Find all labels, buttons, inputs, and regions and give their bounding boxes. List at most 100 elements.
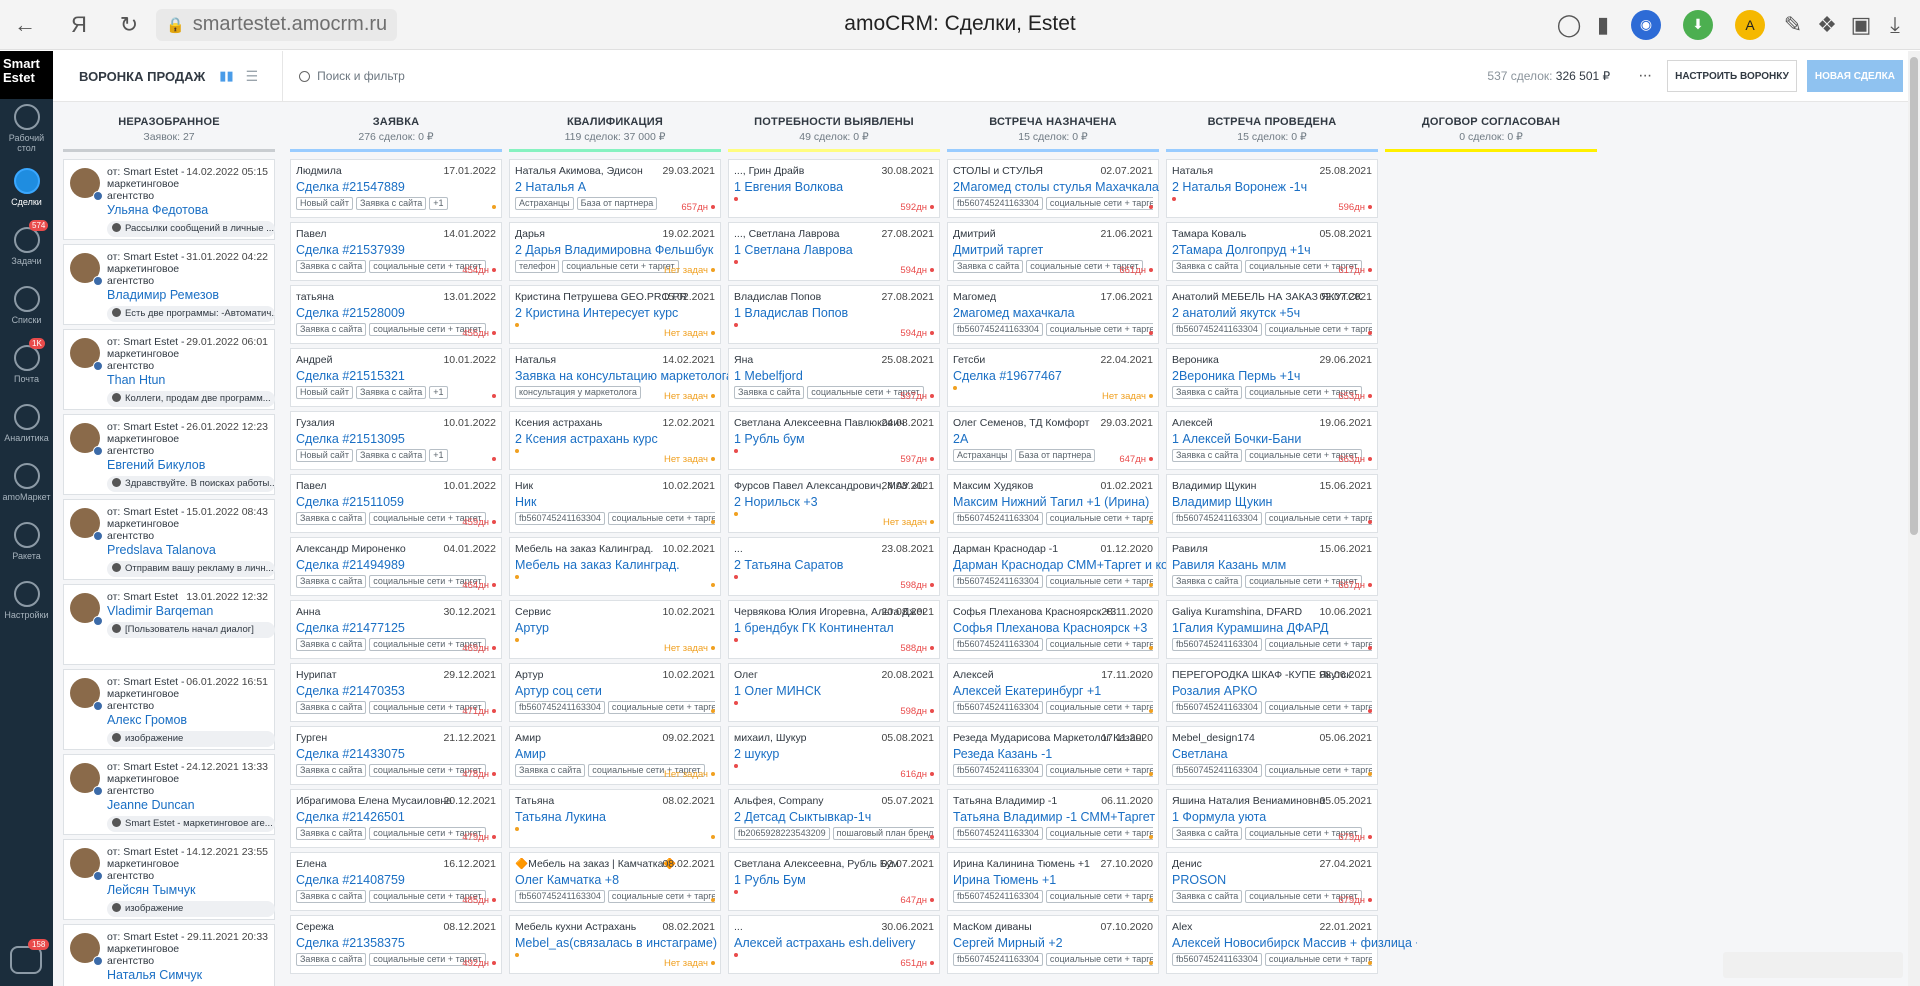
deal-title[interactable]: Сергей Мирный +2 xyxy=(953,936,1198,950)
deal-card[interactable]: Людмила 17.01.2022 Сделка #21547889 Новый с… xyxy=(290,159,502,218)
lead-card[interactable]: от: Smart Estet - маркетинговое агентств… xyxy=(63,924,275,986)
deal-title[interactable]: 2А xyxy=(953,432,1198,446)
deal-title[interactable]: Сделка #21511059 xyxy=(296,495,541,509)
deal-title[interactable]: 2 Дарья Владимировна Фельшбук xyxy=(515,243,760,257)
deal-title[interactable]: Татьяна Владимир -1 СММ+Таргет xyxy=(953,810,1198,824)
deal-card[interactable]: Денис 27.04.2021 PROSON Заявка с сайта социа… xyxy=(1166,852,1378,911)
list-view-icon[interactable]: ☰ xyxy=(246,68,259,85)
deal-tag[interactable]: социальные сети + таргет xyxy=(1264,323,1372,336)
deal-title[interactable]: Татьяна Лукина xyxy=(515,810,760,824)
deal-card[interactable]: Mebel_design174 05.06.2021 Светлана fb56074… xyxy=(1166,726,1378,785)
deal-card[interactable]: Ник 10.02.2021 Ник fb560745241163304 социаль… xyxy=(509,474,721,533)
deal-card[interactable]: Дарья 19.02.2021 2 Дарья Владимировна Фель… xyxy=(509,222,721,281)
deal-title[interactable]: Сделка #21537939 xyxy=(296,243,541,257)
lead-card[interactable]: от: Smart Estet - маркетинговое агентств… xyxy=(63,499,275,580)
deal-tag[interactable]: социальные сети + таргет xyxy=(1045,575,1153,588)
deal-title[interactable]: Сделка #21513095 xyxy=(296,432,541,446)
chat-icon[interactable] xyxy=(10,946,42,974)
deal-tag[interactable]: социальные сети + таргет xyxy=(607,701,715,714)
deal-card[interactable]: Сервис 10.02.2021 Артур Нет задач xyxy=(509,600,721,659)
lead-name[interactable]: Лейсян Тымчук xyxy=(107,883,268,897)
pen-icon[interactable]: ✎ xyxy=(1776,8,1810,42)
deal-tag[interactable]: fb560745241163304 xyxy=(953,827,1043,840)
deal-card[interactable]: ... 30.06.2021 Алексей астрахань esh.deliv… xyxy=(728,915,940,974)
deal-tag[interactable]: Заявка с сайта xyxy=(296,827,367,840)
deal-tag[interactable]: Заявка с сайта xyxy=(1172,386,1243,399)
extension-blue-icon[interactable]: ◉ xyxy=(1631,9,1661,40)
deal-card[interactable]: Амир 09.02.2021 Амир Заявка с сайта социальн… xyxy=(509,726,721,785)
deal-title[interactable]: Дарман Краснодар СММ+Таргет и контекст xyxy=(953,558,1198,572)
lead-name[interactable]: Vladimir Barqeman xyxy=(107,604,268,618)
kanban-view-icon[interactable]: ▮▮ xyxy=(219,68,233,84)
deal-tag[interactable]: Заявка с сайта xyxy=(1172,575,1243,588)
deal-title[interactable]: 2 Татьяна Саратов xyxy=(734,558,979,572)
deal-card[interactable]: михаил, Шукур 05.08.2021 2 шукур 616дн xyxy=(728,726,940,785)
deal-tag[interactable]: fb560745241163304 xyxy=(1172,764,1262,777)
deal-card[interactable]: Мебель на заказ Калинград. 10.02.2021 Мебе… xyxy=(509,537,721,596)
deal-tag[interactable]: Заявка с сайта xyxy=(296,260,367,273)
sidebar-item-settings[interactable]: Настройки xyxy=(0,571,53,630)
deal-tag[interactable]: телефон xyxy=(515,260,560,273)
deal-title[interactable]: Сделка #21358375 xyxy=(296,936,541,950)
deal-tag[interactable]: fb560745241163304 xyxy=(1172,953,1262,966)
deal-title[interactable]: Амир xyxy=(515,747,760,761)
download-icon[interactable]: ⤓ xyxy=(1878,8,1912,42)
deal-card[interactable]: Магомед 17.06.2021 2магомед махачкала fb560… xyxy=(947,285,1159,344)
deal-tag[interactable]: fb560745241163304 xyxy=(1172,323,1262,336)
deal-tag[interactable]: fb560745241163304 xyxy=(1172,638,1262,651)
sidebar-item-analytics[interactable]: Аналитика xyxy=(0,394,53,453)
deal-card[interactable]: Червякова Юлия Игоревна, Альта Дженетикс… xyxy=(728,600,940,659)
deal-title[interactable]: Алексей Новосибирск Массив + физлица +3 xyxy=(1172,936,1417,950)
deal-title[interactable]: Сделка #21547889 xyxy=(296,180,541,194)
deal-card[interactable]: Павел 14.01.2022 Сделка #21537939 Заявка с … xyxy=(290,222,502,281)
deal-title[interactable]: Сделка #19677467 xyxy=(953,369,1198,383)
deal-title[interactable]: Алексей Екатеринбург +1 xyxy=(953,684,1198,698)
deal-tag[interactable]: социальные сети + таргет xyxy=(1264,953,1372,966)
deal-card[interactable]: Гетсби 22.04.2021 Сделка #19677467 Нет зада… xyxy=(947,348,1159,407)
deal-tag[interactable]: социальные сети + таргет xyxy=(1264,764,1372,777)
deal-card[interactable]: Гузалия 10.01.2022 Сделка #21513095 Новый с… xyxy=(290,411,502,470)
deal-card[interactable]: Кристина Петрушева GEO.PRO PR 15.02.2021 2… xyxy=(509,285,721,344)
lead-name[interactable]: Владимир Ремезов xyxy=(107,288,268,302)
more-button[interactable]: ··· xyxy=(1638,67,1652,85)
lead-name[interactable]: Наталья Симчук xyxy=(107,968,268,982)
deal-tag[interactable]: fb560745241163304 xyxy=(953,701,1043,714)
deal-card[interactable]: Олег Семенов, ТД Комфорт 29.03.2021 2А Астр… xyxy=(947,411,1159,470)
sidebar-item-dashboard[interactable]: Рабочий стол xyxy=(0,99,53,158)
deal-card[interactable]: татьяна 13.01.2022 Сделка #21528009 Заявка … xyxy=(290,285,502,344)
deal-title[interactable]: 2 Норильск +3 xyxy=(734,495,979,509)
deal-card[interactable]: Анна 30.12.2021 Сделка #21477125 Заявка с с… xyxy=(290,600,502,659)
sidebar-item-market[interactable]: amoМаркет xyxy=(0,453,53,512)
deal-card[interactable]: Александр Мироненко 04.01.2022 Сделка #214… xyxy=(290,537,502,596)
deal-card[interactable]: Яна 25.08.2021 1 Mebelfjord Заявка с сайта с… xyxy=(728,348,940,407)
sidebar-item-lists[interactable]: Списки xyxy=(0,276,53,335)
deal-card[interactable]: Galiya Kuramshina, DFARD 10.06.2021 1Галия… xyxy=(1166,600,1378,659)
deal-tag[interactable]: fb560745241163304 xyxy=(953,323,1043,336)
deal-card[interactable]: Дарман Краснодар -1 01.12.2020 Дарман Крас… xyxy=(947,537,1198,596)
board-scroll-indicator[interactable] xyxy=(1723,952,1903,978)
column-header[interactable]: Встреча назначена 15 сделок: 0 ₽ xyxy=(947,102,1159,152)
deal-tag[interactable]: fb560745241163304 xyxy=(953,953,1043,966)
lead-name[interactable]: Than Htun xyxy=(107,373,268,387)
deal-tag[interactable]: База от партнера xyxy=(576,197,658,210)
deal-tag[interactable]: социальные сети + таргет xyxy=(1045,764,1153,777)
deal-tag[interactable]: социальные сети + таргет xyxy=(1264,512,1372,525)
deal-card[interactable]: ..., Светлана Лаврова 27.08.2021 1 Светлан… xyxy=(728,222,940,281)
deal-tag[interactable]: fb560745241163304 xyxy=(953,890,1043,903)
back-icon[interactable]: ← xyxy=(8,8,42,42)
deal-title[interactable]: 1 брендбук ГК Континентал xyxy=(734,621,979,635)
lead-card[interactable]: от: Smart Estet - маркетинговое агентств… xyxy=(63,839,275,920)
deal-card[interactable]: СТОЛЫ и СТУЛЬЯ 02.07.2021 2Магомед столы с… xyxy=(947,159,1159,218)
deal-title[interactable]: Сделка #21494989 xyxy=(296,558,541,572)
deal-card[interactable]: ПЕРЕГОРОДКА ШКАФ -КУПЕ Якутск 08.06.2021 Р… xyxy=(1166,663,1378,722)
deal-title[interactable]: Ник xyxy=(515,495,760,509)
deal-title[interactable]: 2 Наталья Воронеж -1ч xyxy=(1172,180,1417,194)
yandex-icon[interactable]: Я xyxy=(62,8,96,42)
lead-card[interactable]: от: Smart Estet - маркетинговое агентств… xyxy=(63,669,275,750)
lead-card[interactable]: от: Smart Estet 13.01.2022 12:32 Vladimir … xyxy=(63,584,275,665)
deal-title[interactable]: Сделка #21408759 xyxy=(296,873,541,887)
deal-card[interactable]: ... 23.08.2021 2 Татьяна Саратов 598дн xyxy=(728,537,940,596)
deal-tag[interactable]: социальные сети + таргет xyxy=(1264,701,1372,714)
deal-tag[interactable]: Заявка с сайта xyxy=(1172,890,1243,903)
deal-card[interactable]: Мебель кухни Астрахань 08.02.2021 Mebel_as… xyxy=(509,915,721,974)
